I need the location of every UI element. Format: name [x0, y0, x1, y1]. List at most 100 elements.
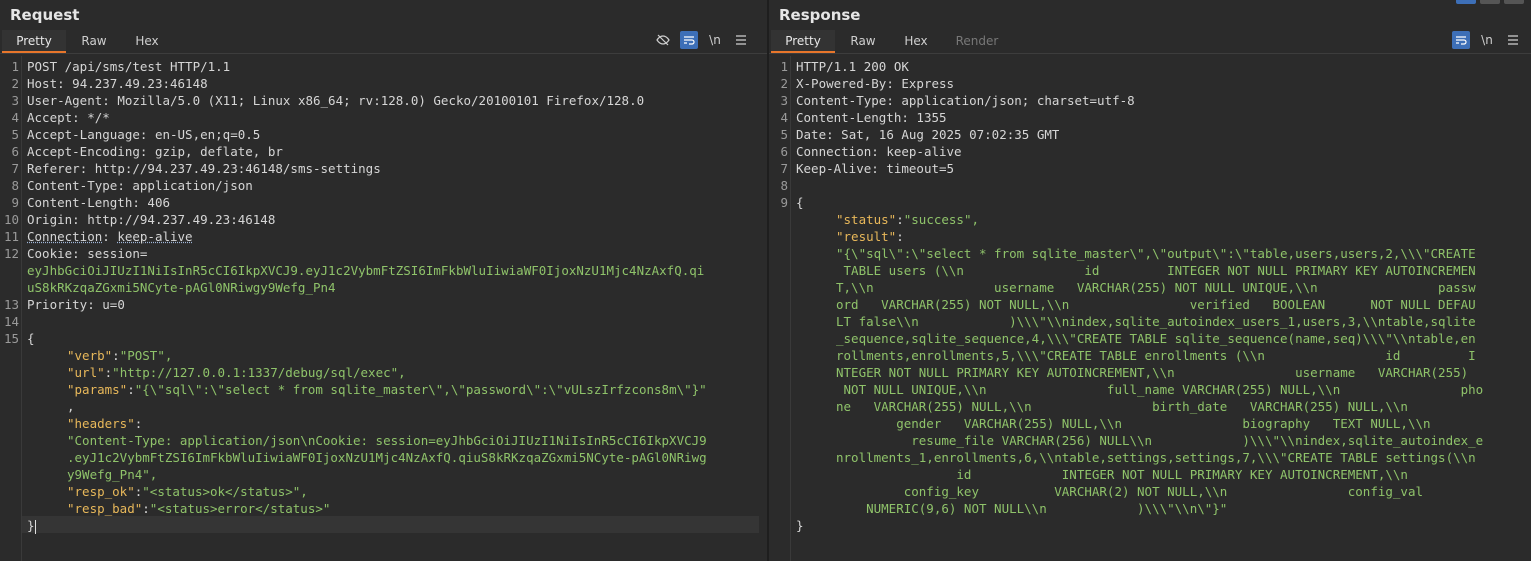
line-number: 2 — [780, 76, 788, 91]
wrap-icon[interactable] — [1452, 31, 1470, 49]
layout-toggle-3[interactable] — [1504, 0, 1524, 4]
header-value: application/json — [132, 178, 253, 193]
cookie-continuation: eyJhbGciOiJIUzI1NiIsInR5cCI6IkpXVCJ9.eyJ… — [27, 263, 705, 278]
header-key: Accept — [27, 110, 73, 125]
layout-toggle-2[interactable] — [1480, 0, 1500, 4]
response-tab-render[interactable]: Render — [945, 30, 1009, 53]
newline-toggle[interactable]: \n — [706, 31, 724, 49]
header-key: Host — [27, 76, 58, 91]
json-value: "http://127.0.0.1:1337/debug/sql/exec", — [112, 365, 406, 380]
header-line: Host: 94.237.49.23:46148 — [27, 76, 208, 91]
json-property: "resp_bad":"<status>error</status>" — [67, 501, 331, 516]
header-key: User-Agent — [27, 93, 103, 108]
json-string-continuation: T,\\n username VARCHAR(255) NOT NULL UNI… — [836, 280, 1476, 295]
json-key: "resp_ok" — [67, 484, 135, 499]
header-key: Content-Type — [27, 178, 118, 193]
header-line: Connection: keep-alive — [27, 229, 193, 244]
json-value: "success", — [903, 212, 980, 227]
header-value: Sat, 16 Aug 2025 07:02:35 GMT — [841, 127, 1060, 142]
layout-toggle-1[interactable] — [1456, 0, 1476, 4]
line-number: 4 — [780, 110, 788, 125]
line-number: 8 — [780, 178, 788, 193]
request-tab-raw[interactable]: Raw — [70, 30, 118, 53]
header-line: Content-Length: 1355 — [796, 110, 947, 125]
line-number: 5 — [11, 127, 19, 142]
header-line: Keep-Alive: timeout=5 — [796, 161, 955, 176]
header-key: Origin — [27, 212, 73, 227]
line-number: 10 — [3, 212, 19, 227]
cookie-continuation: uS8kRKzqaZGxmi5NCyte-pAGl0NRiwgy9Wefg_Pn… — [27, 280, 336, 295]
json-string-continuation: "{\"sql\":\"select * from sqlite_master\… — [836, 246, 1476, 261]
header-value: 94.237.49.23:46148 — [72, 76, 208, 91]
header-line: X-Powered-By: Express — [796, 76, 955, 91]
json-value: "{\"sql\":\"select * from sqlite_master\… — [134, 382, 707, 397]
menu-icon[interactable] — [732, 31, 750, 49]
header-value: http://94.237.49.23:46148/sms-settings — [94, 161, 381, 176]
json-string-continuation: resume_file VARCHAR(256) NULL\\n )\\\"\\… — [836, 433, 1484, 448]
header-value: session= — [87, 246, 148, 261]
header-key: Connection — [796, 144, 872, 159]
header-line: Date: Sat, 16 Aug 2025 07:02:35 GMT — [796, 127, 1060, 142]
response-toolbar: \n — [1444, 30, 1522, 50]
menu-icon[interactable] — [1504, 31, 1522, 49]
header-line: Priority: u=0 — [27, 297, 125, 312]
text-caret — [34, 519, 36, 534]
wrap-icon[interactable] — [680, 31, 698, 49]
hide-icon[interactable] — [654, 31, 672, 49]
line-number: 6 — [11, 144, 19, 159]
json-value: "<status>ok</status>", — [142, 484, 308, 499]
line-number: 7 — [780, 161, 788, 176]
json-string-continuation: NTEGER NOT NULL PRIMARY KEY AUTOINCREMEN… — [836, 365, 1469, 380]
line-number: 8 — [11, 178, 19, 193]
json-property: "resp_ok":"<status>ok</status>", — [67, 484, 308, 499]
header-key: Priority — [27, 297, 88, 312]
line-number: 3 — [780, 93, 788, 108]
header-value: 1355 — [916, 110, 947, 125]
header-key: Date — [796, 127, 827, 142]
request-tab-hex[interactable]: Hex — [124, 30, 170, 53]
json-string-continuation: LT false\\n )\\\"\\nindex,sqlite_autoind… — [836, 314, 1476, 329]
header-value: en-US,en;q=0.5 — [154, 127, 261, 142]
request-title: Request — [10, 6, 80, 24]
code-line: } — [27, 518, 36, 534]
json-string-continuation: "Content-Type: application/json\nCookie:… — [67, 433, 707, 448]
json-string-continuation: _sequence,sqlite_sequence,4,\\\"CREATE T… — [836, 331, 1476, 346]
request-toolbar: \n — [646, 30, 750, 50]
json-key: "resp_bad" — [67, 501, 143, 516]
json-key: "result" — [836, 229, 897, 244]
json-string-continuation: ne VARCHAR(255) NULL,\\n birth_date VARC… — [836, 399, 1408, 414]
response-title: Response — [779, 6, 861, 24]
json-value: "POST", — [119, 348, 173, 363]
code-line: { — [27, 331, 35, 346]
json-value: "<status>error</status>" — [149, 501, 331, 516]
header-key: Content-Length — [796, 110, 902, 125]
request-tab-pretty[interactable]: Pretty — [2, 30, 66, 53]
line-number: 1 — [780, 59, 788, 74]
line-number: 6 — [780, 144, 788, 159]
header-line: Content-Type: application/json — [27, 178, 253, 193]
header-value: Express — [901, 76, 955, 91]
response-editor[interactable]: 1 2 3 4 5 6 7 8 9 HTTP/1.1 200 OK X-Powered-By: E… — [769, 56, 1531, 561]
json-string-continuation: id INTEGER NOT NULL PRIMARY KEY AUTOINCR… — [836, 467, 1408, 482]
json-punct: , — [67, 399, 75, 414]
json-string-continuation: config_key VARCHAR(2) NOT NULL,\\n confi… — [836, 484, 1423, 499]
line-number: 9 — [11, 195, 19, 210]
header-value: Mozilla/5.0 (X11; Linux x86_64; rv:128.0… — [117, 93, 645, 108]
header-line: Content-Length: 406 — [27, 195, 170, 210]
code-line: } — [796, 518, 804, 533]
response-tab-hex[interactable]: Hex — [893, 30, 939, 53]
response-tab-pretty[interactable]: Pretty — [771, 30, 835, 53]
header-line: Cookie: session= — [27, 246, 148, 261]
response-tab-raw[interactable]: Raw — [839, 30, 887, 53]
header-value: timeout=5 — [886, 161, 955, 176]
header-key: Accept-Language — [27, 127, 140, 142]
line-number: 14 — [3, 314, 19, 329]
json-string-continuation: NOT NULL UNIQUE,\\n full_name VARCHAR(25… — [836, 382, 1484, 397]
request-editor[interactable]: 1 2 3 4 5 6 7 8 9 10 11 12 13 14 15 POST /api/sms/test… — [0, 56, 767, 561]
header-line: Referer: http://94.237.49.23:46148/sms-s… — [27, 161, 381, 176]
json-property: "headers": — [67, 416, 143, 431]
newline-toggle[interactable]: \n — [1478, 31, 1496, 49]
json-property: "verb":"POST", — [67, 348, 173, 363]
json-property: "status":"success", — [836, 212, 980, 227]
json-key: "verb" — [67, 348, 113, 363]
